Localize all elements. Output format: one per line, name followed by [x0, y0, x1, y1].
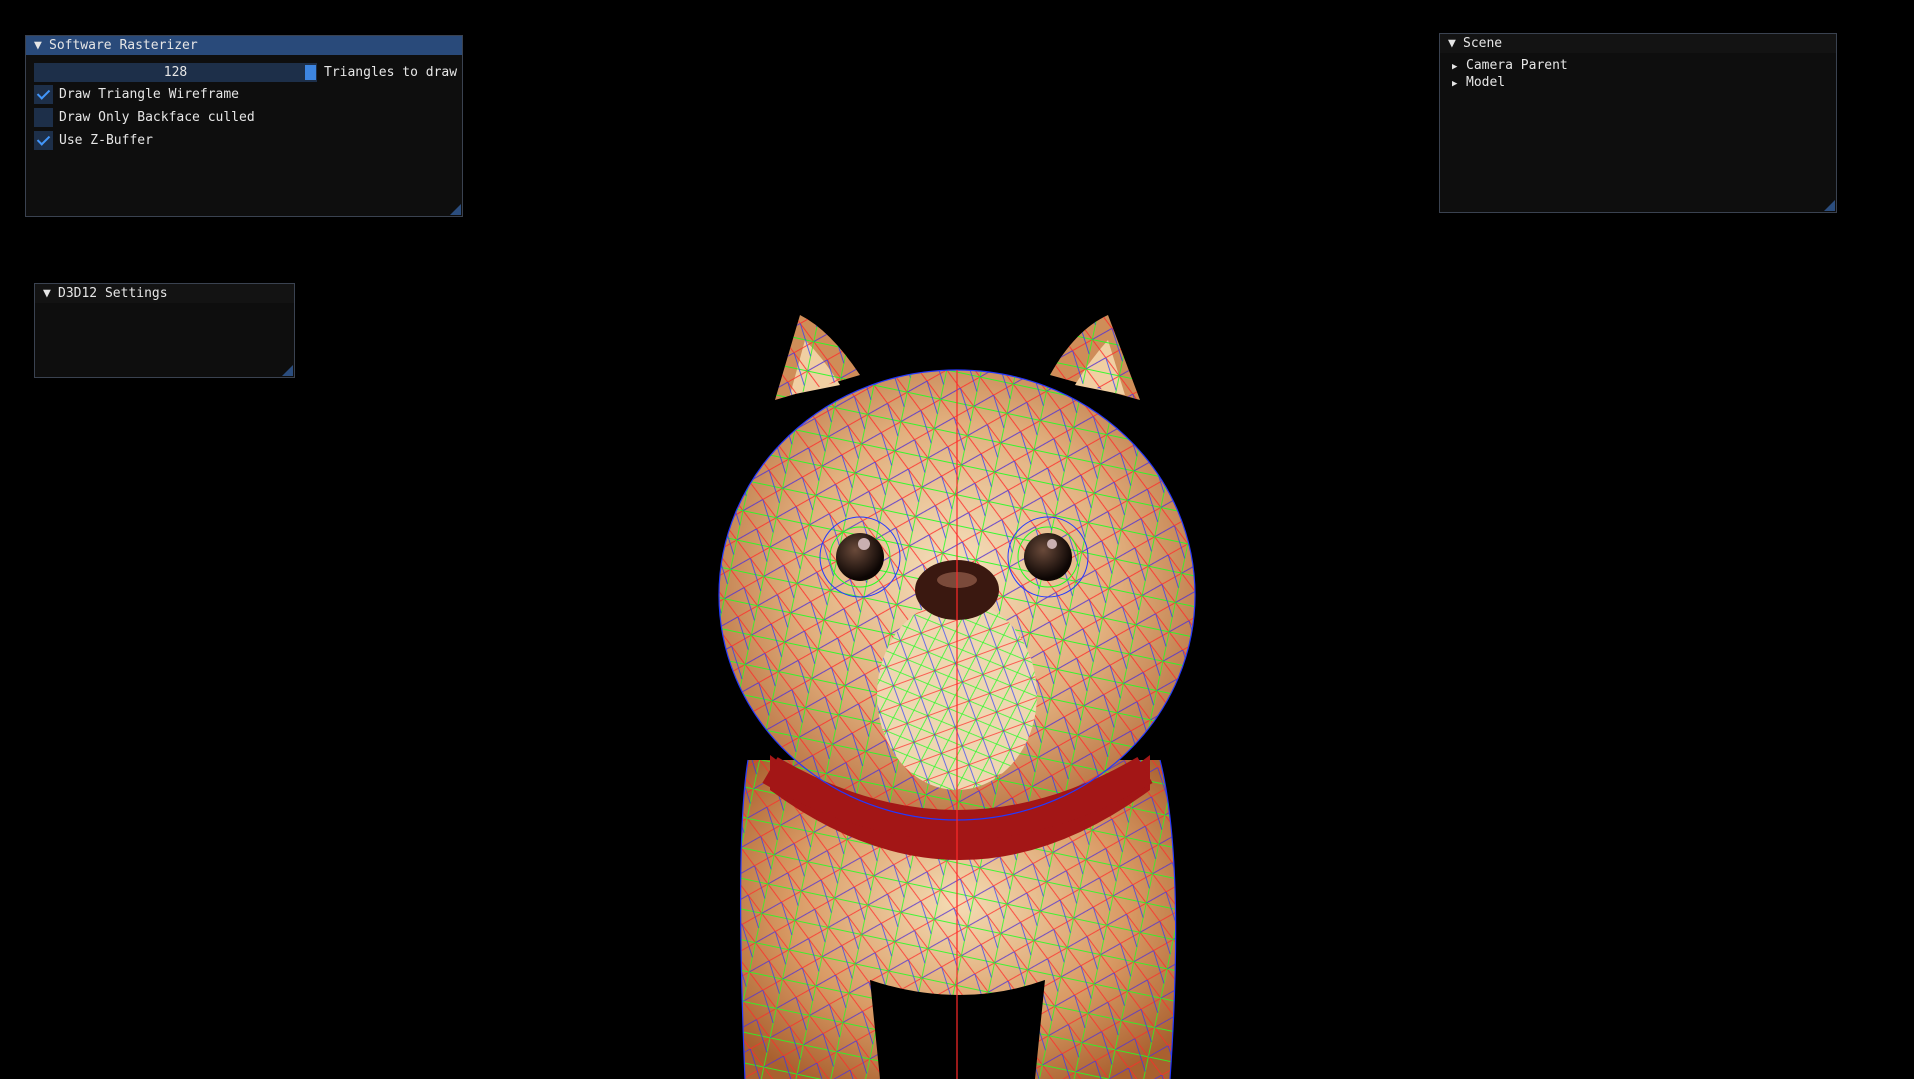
collapse-arrow-icon[interactable]: ▼	[1448, 34, 1460, 53]
software-rasterizer-window[interactable]: ▼ Software Rasterizer 128 Triangles to dr…	[25, 35, 463, 217]
checkbox-label: Use Z-Buffer	[59, 133, 153, 148]
window-title: Software Rasterizer	[49, 38, 198, 53]
window-title-bar[interactable]: ▼ Scene	[1440, 34, 1836, 53]
slider-value: 128	[163, 65, 188, 80]
checkbox-row-wireframe[interactable]: Draw Triangle Wireframe	[34, 85, 239, 105]
slider-label: Triangles to draw	[324, 65, 458, 80]
tree-node-label: Model	[1466, 75, 1506, 90]
triangles-slider[interactable]: 128	[34, 63, 317, 82]
tree-node-label: Camera Parent	[1466, 58, 1568, 73]
resize-grip-icon[interactable]	[282, 365, 293, 376]
resize-grip-icon[interactable]	[1824, 200, 1835, 211]
checkbox-backface-culled[interactable]	[34, 108, 53, 127]
checkbox-row-zbuffer[interactable]: Use Z-Buffer	[34, 131, 153, 151]
window-title-bar[interactable]: ▼ Software Rasterizer	[26, 36, 462, 55]
checkbox-label: Draw Only Backface culled	[59, 110, 255, 125]
collapse-arrow-icon[interactable]: ▼	[43, 284, 55, 303]
checkbox-row-backface[interactable]: Draw Only Backface culled	[34, 108, 255, 128]
resize-grip-icon[interactable]	[450, 204, 461, 215]
expand-arrow-icon[interactable]: ▶	[1452, 76, 1466, 92]
collapse-arrow-icon[interactable]: ▼	[34, 36, 46, 55]
d3d12-settings-window[interactable]: ▼ D3D12 Settings	[34, 283, 295, 378]
tree-node-camera-parent[interactable]: ▶ Camera Parent	[1452, 58, 1568, 74]
expand-arrow-icon[interactable]: ▶	[1452, 59, 1466, 75]
tree-node-model[interactable]: ▶ Model	[1452, 75, 1505, 91]
checkbox-z-buffer[interactable]	[34, 131, 53, 150]
checkbox-label: Draw Triangle Wireframe	[59, 87, 240, 102]
window-title-bar[interactable]: ▼ D3D12 Settings	[35, 284, 294, 303]
scene-window[interactable]: ▼ Scene ▶ Camera Parent ▶ Model	[1439, 33, 1837, 213]
checkbox-wireframe[interactable]	[34, 85, 53, 104]
window-title: Scene	[1463, 36, 1503, 51]
window-title: D3D12 Settings	[58, 286, 168, 301]
slider-grab-handle[interactable]	[305, 65, 316, 80]
